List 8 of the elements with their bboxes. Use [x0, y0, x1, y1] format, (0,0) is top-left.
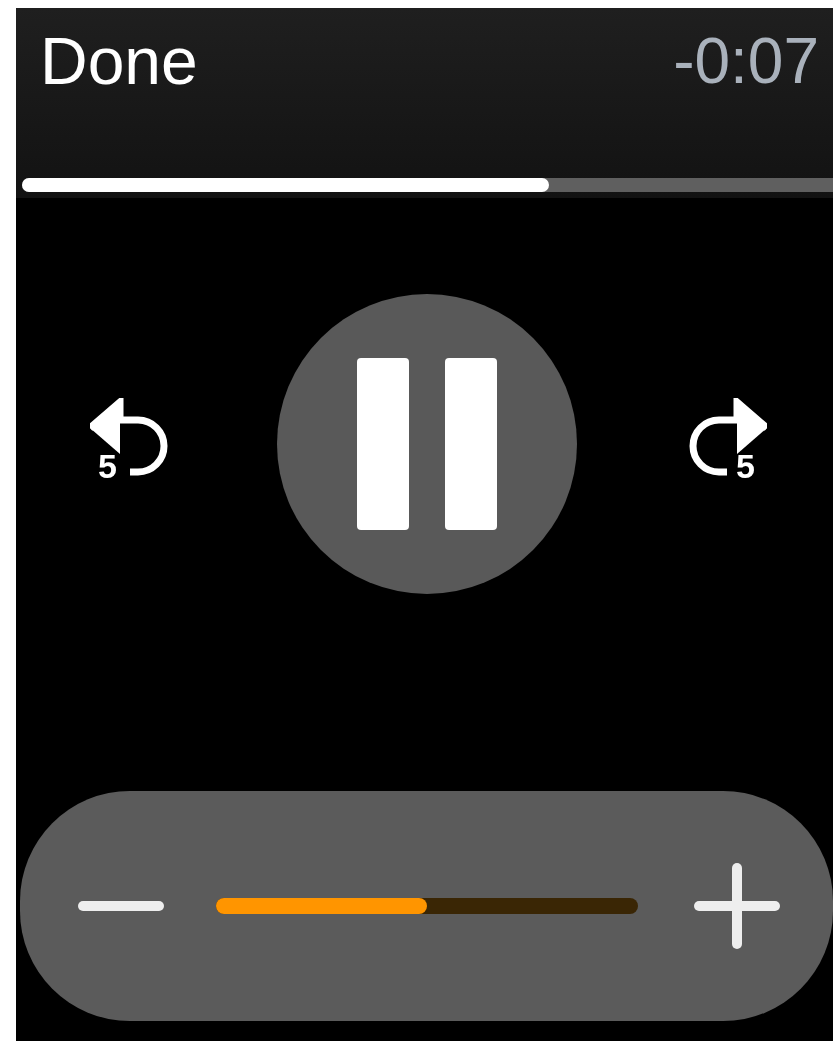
pause-icon — [356, 358, 497, 530]
skip-back-button[interactable]: 5 — [80, 398, 180, 488]
time-remaining: -0:07 — [673, 29, 819, 93]
done-button[interactable]: Done — [40, 28, 198, 94]
volume-down-button[interactable] — [78, 899, 164, 913]
volume-up-button[interactable] — [694, 863, 780, 949]
volume-slider[interactable] — [216, 898, 638, 914]
skip-forward-button[interactable]: 5 — [673, 398, 773, 488]
